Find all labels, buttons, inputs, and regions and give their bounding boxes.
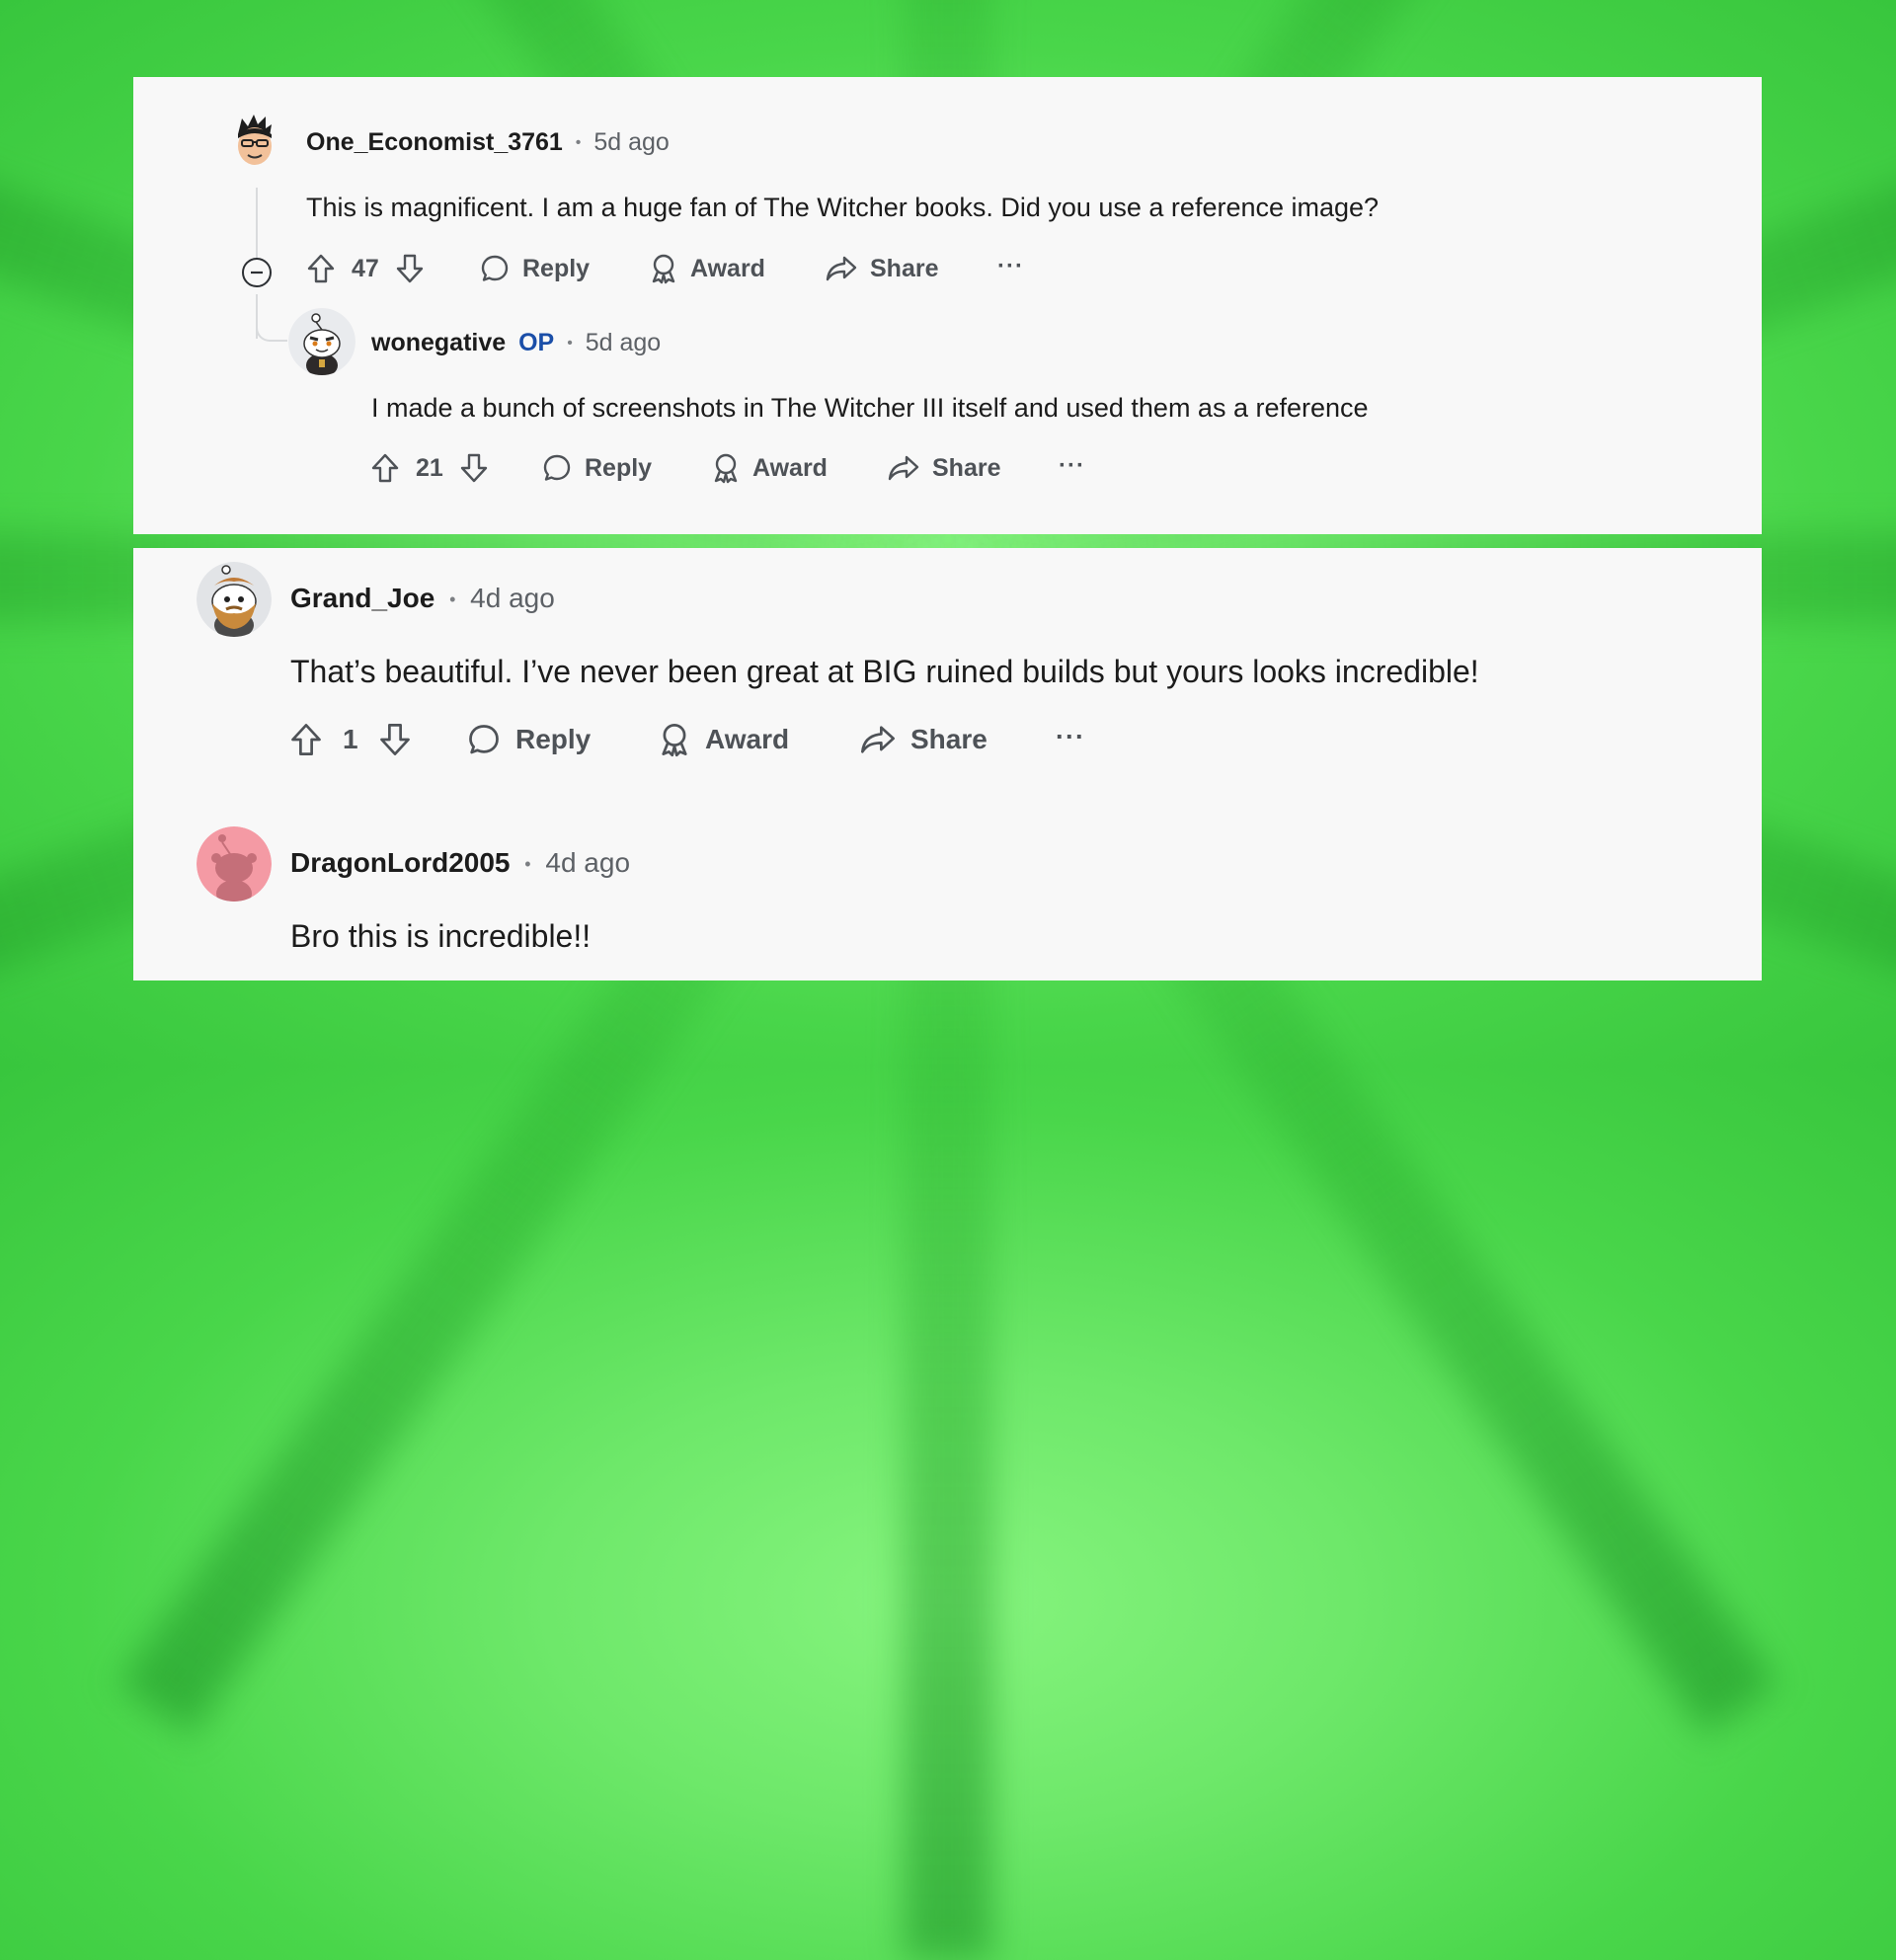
award-icon <box>662 724 687 757</box>
award-button[interactable]: Award <box>711 452 828 484</box>
more-options-button[interactable]: ··· <box>1056 722 1085 752</box>
award-icon <box>652 254 675 284</box>
comment-header: wonegative OP • 5d ago <box>371 329 661 357</box>
separator-dot: • <box>449 589 456 610</box>
downvote-icon[interactable] <box>378 722 412 757</box>
comment-timestamp[interactable]: 5d ago <box>593 128 669 156</box>
comment-bubble-icon <box>481 255 509 281</box>
vote-controls: 47 <box>306 253 425 284</box>
share-label: Share <box>870 254 939 282</box>
comment-card: One_Economist_3761 • 5d ago This is magn… <box>133 77 1762 534</box>
comment-header: DragonLord2005 • 4d ago <box>290 847 630 879</box>
reply-label: Reply <box>585 453 653 482</box>
comment-body: That’s beautiful. I’ve never been great … <box>290 654 1479 689</box>
op-badge: OP <box>518 329 555 356</box>
comment-bubble-icon <box>469 725 499 754</box>
comment-body: Bro this is incredible!! <box>290 918 592 954</box>
comment-timestamp[interactable]: 4d ago <box>545 847 630 878</box>
downvote-icon[interactable] <box>395 253 425 284</box>
award-button[interactable]: Award <box>649 253 765 284</box>
award-button[interactable]: Award <box>658 722 789 757</box>
more-options-button[interactable]: ··· <box>997 253 1024 280</box>
share-arrow-icon <box>826 256 857 281</box>
snoo-bearded-avatar-icon <box>197 562 272 637</box>
collapse-thread-button[interactable] <box>241 257 273 288</box>
comment-body: This is magnificent. I am a huge fan of … <box>306 193 1380 222</box>
user-avatar[interactable] <box>197 562 272 637</box>
user-avatar[interactable] <box>224 111 283 170</box>
share-label: Share <box>932 453 1001 482</box>
comment-bubble-icon <box>543 454 571 481</box>
share-button[interactable]: Share <box>859 722 988 757</box>
cartoon-man-avatar-icon <box>224 111 283 170</box>
comment-timestamp[interactable]: 5d ago <box>586 329 661 356</box>
username-link[interactable]: Grand_Joe <box>290 583 434 613</box>
reply-button[interactable]: Reply <box>479 253 590 284</box>
upvote-icon[interactable] <box>306 253 336 284</box>
default-snoo-avatar-icon <box>197 826 272 902</box>
share-button[interactable]: Share <box>825 253 938 284</box>
separator-dot: • <box>567 335 573 353</box>
thread-branch <box>256 314 287 342</box>
upvote-icon[interactable] <box>370 452 400 484</box>
comment-body: I made a bunch of screenshots in The Wit… <box>371 393 1369 423</box>
minus-circle-icon <box>242 258 272 287</box>
share-arrow-icon <box>861 726 895 753</box>
snoo-witcher-avatar-icon <box>288 308 356 375</box>
vote-count: 47 <box>352 254 379 282</box>
comment-header: One_Economist_3761 • 5d ago <box>306 128 670 157</box>
upvote-icon[interactable] <box>289 722 323 757</box>
username-link[interactable]: One_Economist_3761 <box>306 128 563 156</box>
vote-count: 1 <box>343 724 358 754</box>
username-link[interactable]: DragonLord2005 <box>290 847 511 878</box>
comment-header: Grand_Joe • 4d ago <box>290 583 555 614</box>
user-avatar[interactable] <box>197 826 272 902</box>
separator-dot: • <box>575 134 582 152</box>
comment-timestamp[interactable]: 4d ago <box>470 583 555 613</box>
vote-controls: 21 <box>370 452 489 484</box>
thread-line <box>256 188 258 259</box>
vote-count: 21 <box>416 453 443 482</box>
more-options-button[interactable]: ··· <box>1059 452 1085 480</box>
vote-controls: 1 <box>289 722 412 757</box>
share-arrow-icon <box>888 455 919 481</box>
reply-button[interactable]: Reply <box>541 452 652 484</box>
reply-label: Reply <box>515 724 592 754</box>
username-link[interactable]: wonegative <box>371 329 506 356</box>
award-label: Award <box>690 254 765 282</box>
share-label: Share <box>910 724 988 754</box>
award-label: Award <box>752 453 828 482</box>
reply-button[interactable]: Reply <box>466 722 591 757</box>
comment-card: Grand_Joe • 4d ago That’s beautiful. I’v… <box>133 548 1762 980</box>
separator-dot: • <box>524 854 531 875</box>
user-avatar[interactable] <box>288 308 356 375</box>
downvote-icon[interactable] <box>459 452 489 484</box>
award-icon <box>714 453 738 484</box>
award-label: Award <box>705 724 790 754</box>
share-button[interactable]: Share <box>887 452 1000 484</box>
reply-label: Reply <box>522 254 591 282</box>
